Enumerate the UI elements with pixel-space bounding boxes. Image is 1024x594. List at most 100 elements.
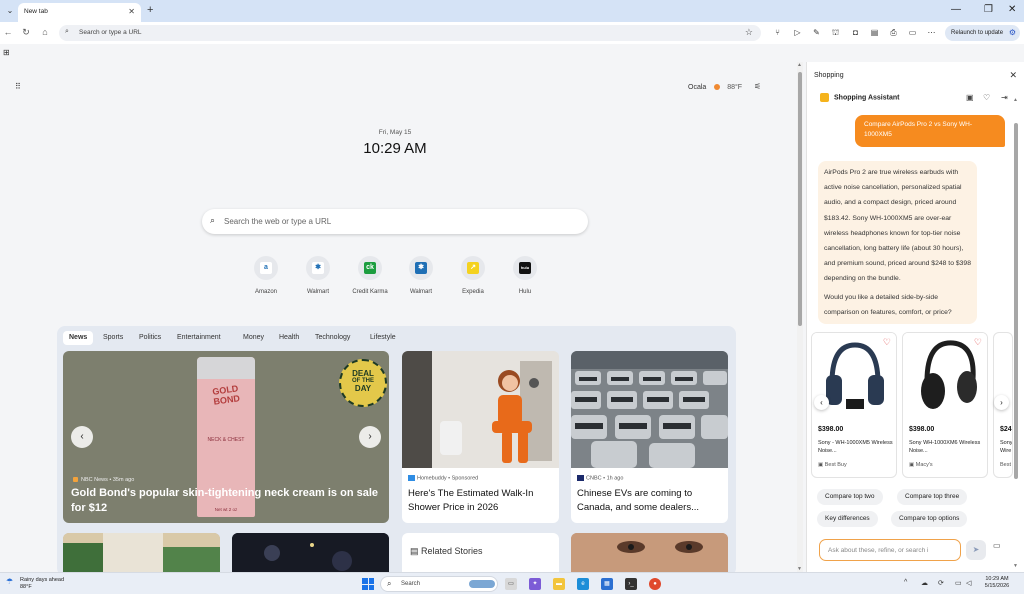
app-icon[interactable]: ● [649, 578, 661, 590]
close-window-button[interactable]: ✕ [1008, 4, 1016, 15]
story-headline: Gold Bond's popular skin-tightening neck… [71, 487, 379, 514]
windows-start-icon[interactable] [362, 578, 374, 590]
story-card[interactable] [63, 533, 220, 576]
shopping-bag-icon [820, 93, 829, 102]
suggestion-chip[interactable]: Compare top two [817, 489, 883, 505]
sync-icon[interactable]: ⟳ [938, 579, 944, 587]
camera-icon[interactable]: ◘ [850, 28, 861, 38]
back-button[interactable]: ← [2, 27, 14, 37]
user-message: Compare AirPods Pro 2 vs Sony WH-1000XM5 [855, 115, 1005, 147]
feed-tab[interactable]: Technology [309, 331, 356, 345]
taskbar-clock[interactable]: 10:29 AM 5/15/2026 [977, 576, 1017, 590]
feed-tab[interactable]: Entertainment [171, 331, 227, 345]
carousel-next-button[interactable]: › [994, 395, 1009, 410]
gear-icon: ⚙ [1008, 28, 1016, 37]
read-aloud-icon[interactable]: ▷ [792, 28, 803, 38]
home-button[interactable]: ⌂ [39, 27, 51, 37]
panel-scrollbar[interactable]: ▲ ▼ [1013, 97, 1019, 569]
tab-close-icon[interactable]: ✕ [128, 7, 135, 16]
taskbar-search[interactable]: ⌕ Search [380, 576, 498, 592]
quick-link-tile[interactable]: ck Credit Karma [347, 256, 393, 295]
feed-tab[interactable]: Money [237, 331, 270, 345]
product-price: $398.00 [818, 426, 844, 433]
feed-tab[interactable]: Sports [97, 331, 129, 345]
minimize-button[interactable]: — [951, 4, 961, 15]
suggestion-chip[interactable]: Compare top three [897, 489, 968, 505]
quick-link-tile[interactable]: a Amazon [243, 256, 289, 295]
tools-icon[interactable]: ✎ [811, 28, 822, 38]
story-card[interactable] [571, 533, 728, 576]
favorite-heart-icon[interactable]: ♡ [974, 337, 982, 348]
scrollbar-thumb[interactable] [798, 72, 802, 326]
deal-of-the-day-badge: DEAL OF THE DAY [339, 359, 387, 407]
heart-icon[interactable]: ♡ [983, 93, 990, 102]
tray-overflow-icon[interactable]: ^ [904, 579, 907, 586]
favorite-star-icon[interactable]: ☆ [745, 27, 753, 38]
hero-story-card[interactable]: GOLD BOND NECK & CHEST Net wt 2 oz DEAL … [63, 351, 389, 523]
tab-search-dropdown[interactable]: ⌄ [4, 5, 16, 17]
suggestion-chip[interactable]: Compare top options [891, 511, 968, 527]
maximize-button[interactable]: ❐ [984, 4, 993, 15]
split-screen-icon[interactable]: ▭ [907, 28, 918, 38]
quick-link-label: Hulu [518, 289, 532, 295]
quick-link-tile[interactable]: ✱ Walmart [295, 256, 341, 295]
file-explorer-icon[interactable]: ▬ [553, 578, 565, 590]
relaunch-button[interactable]: Relaunch to update ⚙ [945, 25, 1020, 41]
tab-new-tab[interactable]: New tab ✕ [18, 3, 141, 22]
related-stories-card[interactable]: ▤ Related Stories [402, 533, 559, 576]
scroll-up-arrow[interactable]: ▲ [1013, 97, 1018, 103]
cloud-icon[interactable]: ☁ [921, 579, 928, 587]
terminal-icon[interactable]: ›_ [625, 578, 637, 590]
shopping-icon[interactable]: ⛫ [830, 28, 841, 38]
web-search-box[interactable]: ⌕ Search the web or type a URL [202, 209, 588, 234]
reload-button[interactable]: ↻ [20, 27, 32, 38]
close-panel-icon[interactable]: ✕ [1009, 70, 1017, 81]
product-card[interactable]: ♡ $398.00 Sony WH-1000XM6 Wireless Noise… [902, 332, 988, 478]
story-image [571, 351, 728, 468]
address-bar[interactable]: ⌕ Search or type a URL ☆ [59, 25, 761, 41]
clipboard-icon[interactable]: ▣ [966, 93, 974, 102]
story-card[interactable]: Homebuddy • Sponsored Here's The Estimat… [402, 351, 559, 523]
volume-icon[interactable]: ◁ [966, 579, 971, 587]
hero-next-button[interactable]: › [359, 426, 381, 448]
carousel-previous-button[interactable]: ‹ [814, 395, 829, 410]
scroll-down-arrow[interactable]: ▼ [1013, 563, 1018, 569]
task-view-icon[interactable]: ▭ [505, 578, 517, 590]
send-icon[interactable]: ➤ [966, 540, 986, 560]
quick-link-tile[interactable]: ↗ Expedia [450, 256, 496, 295]
edge-icon[interactable]: e [577, 578, 589, 590]
extension-icon[interactable]: ⑂ [772, 28, 783, 38]
story-headline: Chinese EVs are coming to Canada, and so… [577, 488, 699, 513]
page-settings-icon[interactable]: ⚟ [754, 82, 761, 91]
quick-link-tile[interactable]: hulu Hulu [502, 256, 548, 295]
apps-icon[interactable]: ⊞ [3, 48, 10, 57]
open-external-icon[interactable]: ⇥ [1001, 93, 1008, 102]
feed-tab[interactable]: Lifestyle [364, 331, 402, 345]
page-scrollbar[interactable]: ▲ ▼ [797, 62, 803, 572]
hero-previous-button[interactable]: ‹ [71, 426, 93, 448]
suggestion-chip[interactable]: Key differences [817, 511, 878, 527]
favorite-heart-icon[interactable]: ♡ [883, 337, 891, 348]
apps-grid-icon[interactable]: ⠿ [15, 82, 21, 91]
weather-widget[interactable]: Ocala 88°F ⚟ [688, 82, 761, 91]
copilot-icon[interactable]: ✦ [529, 578, 541, 590]
ask-input[interactable]: Ask about these, refine, or search i [819, 539, 961, 561]
more-menu-icon[interactable]: ⋯ [926, 28, 937, 38]
new-tab-button[interactable]: + [147, 4, 153, 16]
quick-link-tile[interactable]: ✱ Walmart [398, 256, 444, 295]
story-card[interactable] [232, 533, 389, 576]
scrollbar-thumb[interactable] [1014, 123, 1018, 479]
print-icon[interactable]: ⎙ [888, 28, 899, 38]
document-icon[interactable]: ▤ [869, 28, 880, 38]
scroll-up-arrow[interactable]: ▲ [797, 62, 802, 68]
feed-tab[interactable]: Health [273, 331, 305, 345]
feed-tab[interactable]: Politics [133, 331, 167, 345]
new-chat-icon[interactable]: ▭ [993, 541, 1001, 550]
story-image [63, 533, 220, 576]
story-card[interactable]: CNBC • 1h ago Chinese EVs are coming to … [571, 351, 728, 523]
display-icon[interactable]: ▭ [955, 579, 962, 587]
story-source: CNBC • 1h ago [577, 475, 623, 481]
feed-tab[interactable]: News [63, 331, 94, 345]
store-icon[interactable]: ▦ [601, 578, 613, 590]
product-sub: NECK & CHEST [207, 437, 245, 443]
